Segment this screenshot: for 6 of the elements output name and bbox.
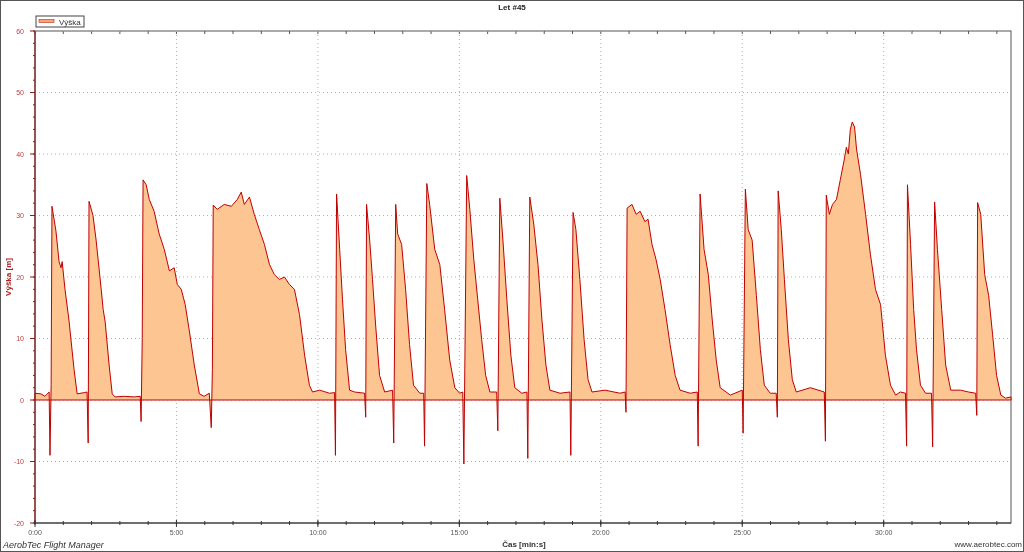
app-name: AerobTec Flight Manager	[2, 539, 104, 551]
y-axis-title: Výška [m]	[4, 258, 13, 296]
legend-label: Výška	[59, 18, 81, 27]
website-url: www.aerobtec.com	[954, 539, 1023, 551]
x-axis-title: Čas [min:s]	[502, 539, 546, 551]
chart-title: Let #45	[498, 2, 526, 14]
